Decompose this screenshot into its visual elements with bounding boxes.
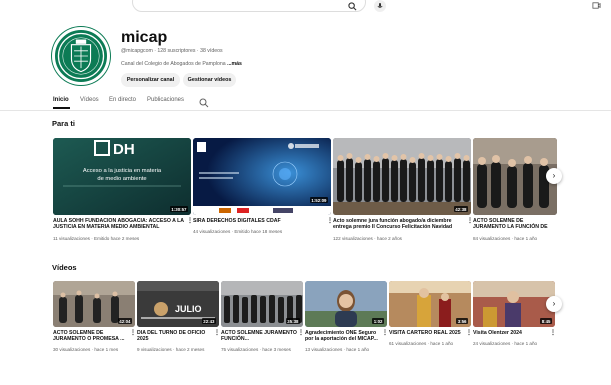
more-options-icon[interactable]: ⋮ (550, 329, 556, 336)
chevron-right-icon: › (552, 299, 556, 308)
video-thumbnail[interactable]: 42:38 (333, 138, 471, 215)
thumbnail-caption-line-1: Acceso a la justicia en materia (82, 168, 162, 174)
video-thumbnail[interactable]: 42:04 (53, 281, 135, 327)
more-options-icon[interactable]: ⋮ (382, 329, 388, 336)
channel-name: micap (121, 29, 168, 46)
more-options-icon[interactable]: ⋮ (466, 329, 472, 336)
chevron-right-icon: › (552, 171, 556, 180)
more-options-icon[interactable]: ⋮ (214, 329, 220, 336)
section-title-videos: Vídeos (52, 263, 77, 272)
video-title[interactable]: Agradecimiento ONE Seguro por la aportac… (305, 330, 381, 343)
customize-channel-button[interactable]: Personalizar canal (121, 73, 180, 87)
tabs-divider (0, 110, 611, 111)
more-options-icon[interactable]: ⋮ (298, 329, 304, 336)
more-options-icon[interactable]: ⋮ (130, 329, 136, 336)
video-thumbnail[interactable] (473, 138, 557, 215)
active-tab-indicator (53, 107, 70, 109)
channel-tabs: Inicio Vídeos En directo Publicaciones (52, 95, 611, 111)
carousel-next-button[interactable]: › (546, 168, 562, 184)
video-thumbnail[interactable]: 35:38 (221, 281, 303, 327)
video-title[interactable]: ACTO SOLEMNE DE JURAMENTO LA FUNCIÓN DE … (473, 218, 557, 231)
thumbnail-caption: JULIO (175, 304, 202, 314)
thumbnail-caption: Acceso a la justicia en materia de medio… (53, 167, 191, 183)
video-thumbnail[interactable]: JULIO 22:43 (137, 281, 219, 327)
duration-badge: 1:02 (372, 318, 384, 324)
duration-badge: 8:45 (540, 318, 552, 324)
description-text: Canal del Colegio de Abogados de Pamplon… (121, 61, 226, 67)
tab-live[interactable]: En directo (109, 97, 136, 103)
search-icon[interactable] (348, 2, 358, 12)
video-meta: 61 visualizaciones · hace 1 año (389, 341, 454, 346)
video-title[interactable]: Visita Olentzer 2024 (473, 330, 549, 337)
channel-search-icon[interactable] (199, 95, 209, 108)
channel-meta: @micapgcom · 128 suscriptores · 38 vídeo… (121, 48, 223, 54)
video-thumbnail[interactable]: DH Acceso a la justicia en materia de me… (53, 138, 191, 215)
tab-posts[interactable]: Publicaciones (147, 97, 184, 103)
video-meta: 13 visualizaciones · hace 1 año (305, 347, 370, 352)
video-meta: 30 visualizaciones · hace 1 mes (53, 347, 119, 352)
duration-badge: 1:30:57 (169, 206, 188, 212)
video-title[interactable]: ACTO SOLEMNE JURAMENTO FUNCIÓN... (221, 330, 297, 343)
video-thumbnail[interactable]: 1:02 (305, 281, 387, 327)
mic-icon[interactable] (374, 0, 386, 12)
thumbnail-image (333, 138, 471, 215)
duration-badge: 3:56 (456, 318, 468, 324)
video-meta: 75 visualizaciones · hace 3 meses (221, 347, 291, 352)
video-meta: 9 visualizaciones · hace 2 meses (137, 347, 205, 352)
channel-page: micap @micapgcom · 128 suscriptores · 38… (0, 0, 611, 385)
duration-badge: 35:38 (285, 318, 300, 324)
thumbnail-image (193, 138, 331, 215)
crest-icon (57, 32, 105, 80)
video-thumbnail[interactable]: 3:56 (389, 281, 471, 327)
svg-text:DH: DH (113, 141, 135, 158)
channel-description[interactable]: Canal del Colegio de Abogados de Pamplon… (121, 61, 242, 67)
tab-videos[interactable]: Vídeos (80, 97, 99, 103)
video-meta: 24 visualizaciones · hace 1 año (473, 341, 538, 346)
thumbnail-image (473, 138, 557, 215)
video-meta: 84 visualizaciones · hace 1 año (473, 236, 538, 241)
video-meta: 122 visualizaciones · hace 2 años (333, 236, 402, 241)
video-title[interactable]: AULA SOHH FUNDACIÓN ABOGACÍA: ACCESO A L… (53, 218, 185, 231)
video-title[interactable]: Acto solemne jura función abogado/a dici… (333, 218, 465, 231)
search-input[interactable] (132, 0, 366, 12)
duration-badge: 42:38 (453, 206, 468, 212)
channel-avatar[interactable] (52, 27, 110, 85)
more-link[interactable]: ...más (227, 61, 242, 67)
duration-badge: 1:52:09 (309, 197, 328, 203)
video-thumbnail[interactable]: 8:45 (473, 281, 555, 327)
thumbnail-caption-line-2: de medio ambiente (97, 176, 147, 182)
carousel-next-button[interactable]: › (546, 296, 562, 312)
manage-videos-button[interactable]: Gestionar vídeos (183, 73, 236, 87)
video-meta: 11 visualizaciones · Emitido hace 2 mese… (53, 236, 140, 241)
video-thumbnail[interactable]: 1:52:09 (193, 138, 331, 215)
section-title-for-you: Para ti (52, 119, 75, 128)
video-meta: 44 visualizaciones · Emitido hace 18 mes… (193, 229, 283, 234)
video-title[interactable]: DÍA DEL TURNO DE OFICIO 2025 (137, 330, 213, 343)
top-bar (0, 0, 611, 14)
duration-badge: 42:04 (117, 318, 132, 324)
tab-inicio[interactable]: Inicio (53, 97, 69, 103)
video-title[interactable]: VISITA CARTERO REAL 2025 (389, 330, 465, 337)
create-icon[interactable] (592, 1, 601, 10)
video-title[interactable]: SIRA DERECHOS DIGITALES CDAF (193, 218, 325, 225)
duration-badge: 22:43 (201, 318, 216, 324)
video-title[interactable]: ACTO SOLEMNE DE JURAMENTO O PROMESA ... (53, 330, 129, 343)
